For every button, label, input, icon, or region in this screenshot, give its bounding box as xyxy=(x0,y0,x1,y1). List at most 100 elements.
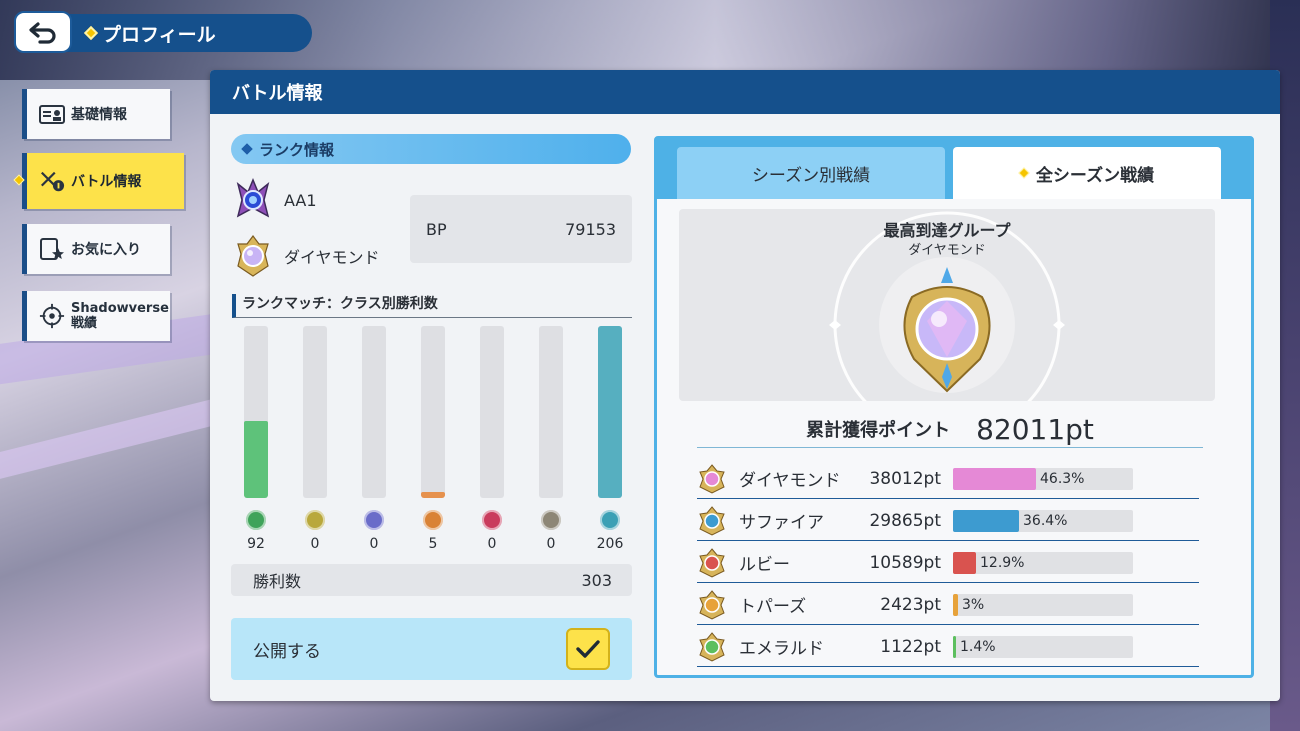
group-name: トパーズ xyxy=(739,597,807,617)
rank-aa-emblem-icon xyxy=(236,178,270,218)
diamond-emblem-icon xyxy=(697,463,727,494)
group-name: ルビー xyxy=(739,555,790,575)
group-share-bar xyxy=(953,551,976,574)
total-wins-label: 勝利数 xyxy=(253,572,302,591)
emerald-emblem-icon xyxy=(697,631,727,662)
total-points-label: 累計獲得ポイント xyxy=(806,420,951,441)
topaz-emblem-icon xyxy=(697,589,727,620)
forest-leaf-icon xyxy=(246,510,266,530)
group-points-row: エメラルド 1122pt 1.4% xyxy=(697,627,1199,667)
publish-checkbox[interactable] xyxy=(566,628,610,670)
group-points: 2423pt xyxy=(880,594,941,615)
group-share-bar xyxy=(953,509,1019,532)
class-win-count: 5 xyxy=(428,536,438,552)
class-win-bar-track xyxy=(362,326,386,498)
group-share-bar-track: 12.9% xyxy=(953,551,1133,574)
group-share-bar-track: 1.4% xyxy=(953,635,1133,658)
class-win-bar-track xyxy=(244,326,268,498)
checkmark-icon xyxy=(576,640,600,658)
tab-selected-diamond-icon xyxy=(1018,167,1030,179)
group-share-percent: 36.4% xyxy=(1023,512,1068,529)
background-band xyxy=(0,398,220,488)
class-win-count: 0 xyxy=(369,536,379,552)
class-win-bar-track xyxy=(480,326,504,498)
group-points: 29865pt xyxy=(869,510,941,531)
bp-label: BP xyxy=(426,219,447,239)
rank-info-label: ランク情報 xyxy=(259,140,335,159)
target-crest-icon xyxy=(39,303,65,329)
publish-label: 公開する xyxy=(253,641,321,662)
id-card-icon xyxy=(39,102,65,126)
dragon-icon xyxy=(423,510,443,530)
group-points-row: サファイア 29865pt 36.4% xyxy=(697,501,1199,541)
group-share-percent: 1.4% xyxy=(960,638,996,655)
crossed-swords-icon xyxy=(39,169,65,193)
sidebar-item-label: 基礎情報 xyxy=(71,107,127,123)
total-wins-row: 勝利数 303 xyxy=(231,564,632,596)
sidebar-item-favorites[interactable]: お気に入り xyxy=(22,224,170,274)
group-name: ダイヤモンド xyxy=(739,471,841,491)
group-points: 1122pt xyxy=(880,636,941,657)
bp-box: BP 79153 xyxy=(410,195,632,263)
best-group-box: 最高到達グループ ダイヤモンド xyxy=(679,209,1215,401)
class-win-count: 0 xyxy=(487,536,497,552)
group-share-bar-track: 3% xyxy=(953,593,1133,616)
total-points-value: 82011pt xyxy=(976,412,1094,446)
ruby-emblem-icon xyxy=(697,547,727,578)
group-name: エメラルド xyxy=(739,639,824,659)
best-group-title: 最高到達グループ xyxy=(883,221,1011,240)
rank-info-header: ランク情報 xyxy=(231,134,631,164)
class-win-bar xyxy=(598,326,622,498)
sapphire-emblem-icon xyxy=(697,505,727,536)
favorite-card-icon xyxy=(39,237,65,261)
rank-name-row: AA1 xyxy=(232,178,317,222)
class-win-bar-track xyxy=(421,326,445,498)
rank-name: AA1 xyxy=(284,190,317,210)
group-points-row: ルビー 10589pt 12.9% xyxy=(697,543,1199,583)
sidebar-item-shadowverse-record[interactable]: Shadowverse 戦績 xyxy=(22,291,170,341)
class-win-count: 206 xyxy=(596,536,624,552)
group-name: サファイア xyxy=(739,513,824,533)
divider xyxy=(697,447,1203,448)
class-win-count: 92 xyxy=(247,536,265,552)
blood-rose-icon xyxy=(482,510,502,530)
sidebar-item-label-line1: Shadowverse xyxy=(71,301,169,316)
sword-crown-icon xyxy=(305,510,325,530)
group-points-row: ダイヤモンド 38012pt 46.3% xyxy=(697,459,1199,499)
group-points-row: トパーズ 2423pt 3% xyxy=(697,585,1199,625)
haven-icon xyxy=(541,510,561,530)
group-share-bar xyxy=(953,467,1036,490)
tab-all-season-record[interactable]: 全シーズン戦績 xyxy=(953,147,1221,199)
title-diamond-icon xyxy=(83,25,99,41)
total-wins-value: 303 xyxy=(581,570,612,590)
sidebar-item-label-line2: 戦績 xyxy=(71,316,98,331)
diamond-crest-icon xyxy=(903,267,991,393)
group-share-bar-track: 46.3% xyxy=(953,467,1133,490)
best-group-name: ダイヤモンド xyxy=(908,243,986,258)
sidebar-item-label: お気に入り xyxy=(71,242,141,258)
sidebar-item-label: バトル情報 xyxy=(71,174,142,190)
total-points-row: 累計獲得ポイント 82011pt xyxy=(697,411,1203,447)
tab-season-record[interactable]: シーズン別戦績 xyxy=(677,147,945,199)
portal-icon xyxy=(600,510,620,530)
group-share-bar-track: 36.4% xyxy=(953,509,1133,532)
sidebar-item-battle-info[interactable]: バトル情報 xyxy=(22,153,184,209)
class-win-count: 0 xyxy=(546,536,556,552)
section-diamond-icon xyxy=(241,143,253,155)
battle-info-panel: バトル情報 ランク情報 AA1 ダイヤモンド BP 79153 ランクマッチ：ク… xyxy=(210,70,1280,701)
bp-value: 79153 xyxy=(565,219,616,239)
back-arrow-icon xyxy=(29,22,56,44)
group-share-percent: 3% xyxy=(962,596,985,613)
rune-circle-icon xyxy=(364,510,384,530)
diamond-emblem-icon xyxy=(237,235,269,277)
rank-group-name: ダイヤモンド xyxy=(284,248,380,267)
class-win-count: 0 xyxy=(310,536,320,552)
tab-label: シーズン別戦績 xyxy=(751,165,871,186)
panel-title: バトル情報 xyxy=(210,70,1280,114)
group-share-percent: 46.3% xyxy=(1040,470,1085,487)
class-wins-title: ランクマッチ：クラス別勝利数 xyxy=(232,294,632,318)
sidebar-item-basic-info[interactable]: 基礎情報 xyxy=(22,89,170,139)
back-button[interactable] xyxy=(14,11,72,53)
group-points: 10589pt xyxy=(869,552,941,573)
publish-row: 公開する xyxy=(231,618,632,680)
